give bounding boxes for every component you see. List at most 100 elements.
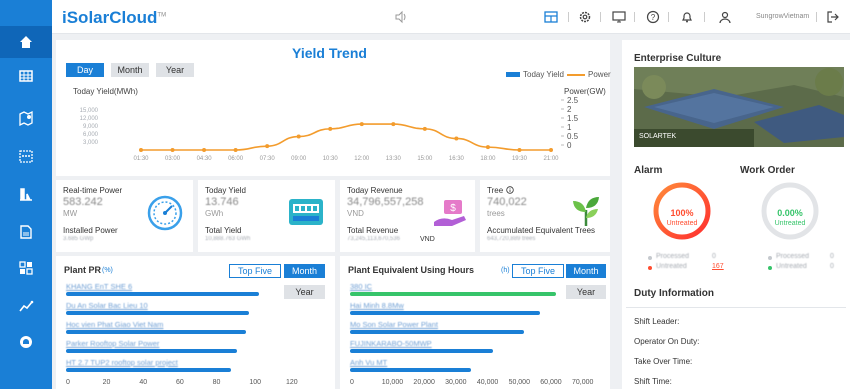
bar-label[interactable]: FUJINKARABO-50MWP [350, 339, 432, 348]
help-icon[interactable]: ? [646, 10, 660, 24]
x-tick: 03:00 [165, 156, 181, 162]
alarm-untreated-value[interactable]: 167 [712, 263, 724, 270]
sound-icon[interactable] [394, 10, 408, 24]
alarm-processed-dot [648, 256, 652, 260]
kpi-tree-title: Tree [487, 186, 504, 195]
kpi-revenue-title: Today Revenue [347, 186, 403, 195]
alarm-processed-value[interactable]: 0 [712, 253, 716, 260]
x-axis-tick: 50,000 [508, 379, 530, 386]
power-data-point[interactable] [391, 122, 396, 127]
x-axis-tick: 80 [212, 379, 221, 386]
kpi-yield-sub-label: Total Yield [205, 226, 242, 235]
x-axis-tick: 100 [249, 379, 262, 386]
power-data-point[interactable] [139, 148, 143, 152]
bar[interactable] [350, 368, 471, 372]
power-data-point[interactable] [454, 136, 459, 141]
sidebar-item-dashboard[interactable] [0, 60, 52, 92]
duty-shift-time: Shift Time: [634, 377, 672, 386]
kpi-tree-unit: trees [487, 209, 505, 218]
yield-trend-card: Yield Trend Day Month Year Today Yield P… [56, 40, 611, 176]
bar-label[interactable]: Hoc vien Phat Giao Viet Nam [66, 320, 163, 329]
plant-hours-top-five-tab[interactable]: Top Five [512, 264, 564, 278]
y-right-tick: 2 [567, 105, 572, 114]
power-data-point[interactable] [170, 148, 175, 152]
x-tick: 09:00 [291, 156, 307, 162]
duty-take-over-time: Take Over Time: [634, 357, 693, 366]
home-icon [20, 36, 32, 48]
x-tick: 19:30 [512, 156, 528, 162]
bar[interactable] [66, 330, 246, 334]
y-left-tick: 9,000 [83, 124, 99, 130]
svg-text:?: ? [651, 13, 656, 22]
power-data-point[interactable] [359, 122, 364, 127]
power-data-point[interactable] [296, 134, 301, 139]
logo-text: iSolarCloud [62, 8, 158, 27]
y-right-tick: 1 [567, 123, 572, 132]
sidebar-item-map[interactable] [0, 102, 52, 134]
kpi-realtime-sub-label: Installed Power [63, 226, 118, 235]
username[interactable]: SungrowVietnam [756, 13, 809, 20]
bar[interactable] [350, 349, 493, 353]
x-tick: 01:30 [133, 156, 149, 162]
separator [668, 12, 669, 22]
bar-label[interactable]: Du An Solar Bac Lieu 10 [66, 301, 148, 310]
bar[interactable] [66, 349, 237, 353]
power-data-point[interactable] [422, 126, 427, 131]
work-order-state: Untreated [774, 220, 806, 227]
plant-hours-year-button[interactable]: Year [566, 285, 606, 299]
separator [816, 12, 817, 22]
power-data-point[interactable] [233, 148, 238, 152]
sidebar-item-calendar[interactable] [0, 140, 52, 172]
bar[interactable] [66, 292, 259, 296]
bar[interactable] [350, 311, 541, 315]
sidebar-item-trend[interactable] [0, 290, 52, 322]
app-logo[interactable]: iSolarCloudTM [62, 8, 166, 28]
bar-label[interactable]: HT 2.7 TUP2 rooftop solar project [66, 358, 178, 367]
power-data-point[interactable] [485, 145, 490, 150]
x-axis-tick: 30,000 [445, 379, 467, 386]
plant-hours-card: Plant Equivalent Using Hours (h) Top Fiv… [340, 256, 610, 389]
power-data-point[interactable] [549, 148, 553, 152]
bar-label[interactable]: Parker Rooftop Solar Power [66, 339, 159, 348]
user-icon[interactable] [718, 10, 732, 24]
bar-label[interactable]: 380 IC [350, 282, 372, 291]
bar[interactable] [350, 330, 525, 334]
power-data-point[interactable] [265, 144, 270, 149]
bar[interactable] [66, 368, 231, 372]
x-tick: 07:30 [260, 156, 276, 162]
gear-icon[interactable] [578, 10, 592, 24]
plant-pr-top-five-tab[interactable]: Top Five [229, 264, 281, 278]
bar-label[interactable]: Mo Son Solar Power Plant [350, 320, 438, 329]
bar-label[interactable]: Hai Minh 8.8Mw [350, 301, 404, 310]
power-data-point[interactable] [517, 148, 522, 152]
plant-pr-year-button[interactable]: Year [284, 285, 325, 299]
sidebar-item-home[interactable] [0, 26, 52, 58]
bar[interactable] [66, 311, 250, 315]
monitor-icon[interactable] [612, 10, 626, 24]
kpi-yield-card: Today Yield 13.746 GWh Total Yield 10,88… [198, 180, 335, 252]
plant-hours-month-tab[interactable]: Month [566, 264, 606, 278]
sidebar-item-monitor[interactable] [0, 178, 52, 210]
bar-label[interactable]: KHANG EnT SHE 6 [66, 282, 132, 291]
sidebar-item-support[interactable] [0, 326, 52, 358]
work-untreated-value[interactable]: 0 [830, 263, 834, 270]
report-icon [20, 225, 32, 239]
bar-label[interactable]: Anh Vu MT [350, 358, 387, 367]
enterprise-image[interactable]: SOLARTEK [634, 67, 844, 147]
work-processed-value[interactable]: 0 [830, 253, 834, 260]
plant-pr-month-tab[interactable]: Month [284, 264, 325, 278]
sidebar-item-report[interactable] [0, 216, 52, 248]
x-tick: 18:00 [480, 156, 496, 162]
info-icon[interactable] [506, 186, 514, 194]
power-data-point[interactable] [328, 126, 333, 131]
sidebar-item-apps[interactable] [0, 252, 52, 284]
bell-icon[interactable] [680, 10, 694, 24]
alarm-processed-label: Processed [656, 253, 690, 260]
bar[interactable] [350, 292, 557, 296]
y-left-tick: 12,000 [80, 116, 99, 122]
power-data-point[interactable] [202, 148, 207, 152]
logout-icon[interactable] [826, 10, 840, 24]
kpi-realtime-title: Real-time Power [63, 186, 123, 195]
layout-icon[interactable] [544, 10, 558, 24]
alarm-untreated-label: Untreated [656, 263, 687, 270]
